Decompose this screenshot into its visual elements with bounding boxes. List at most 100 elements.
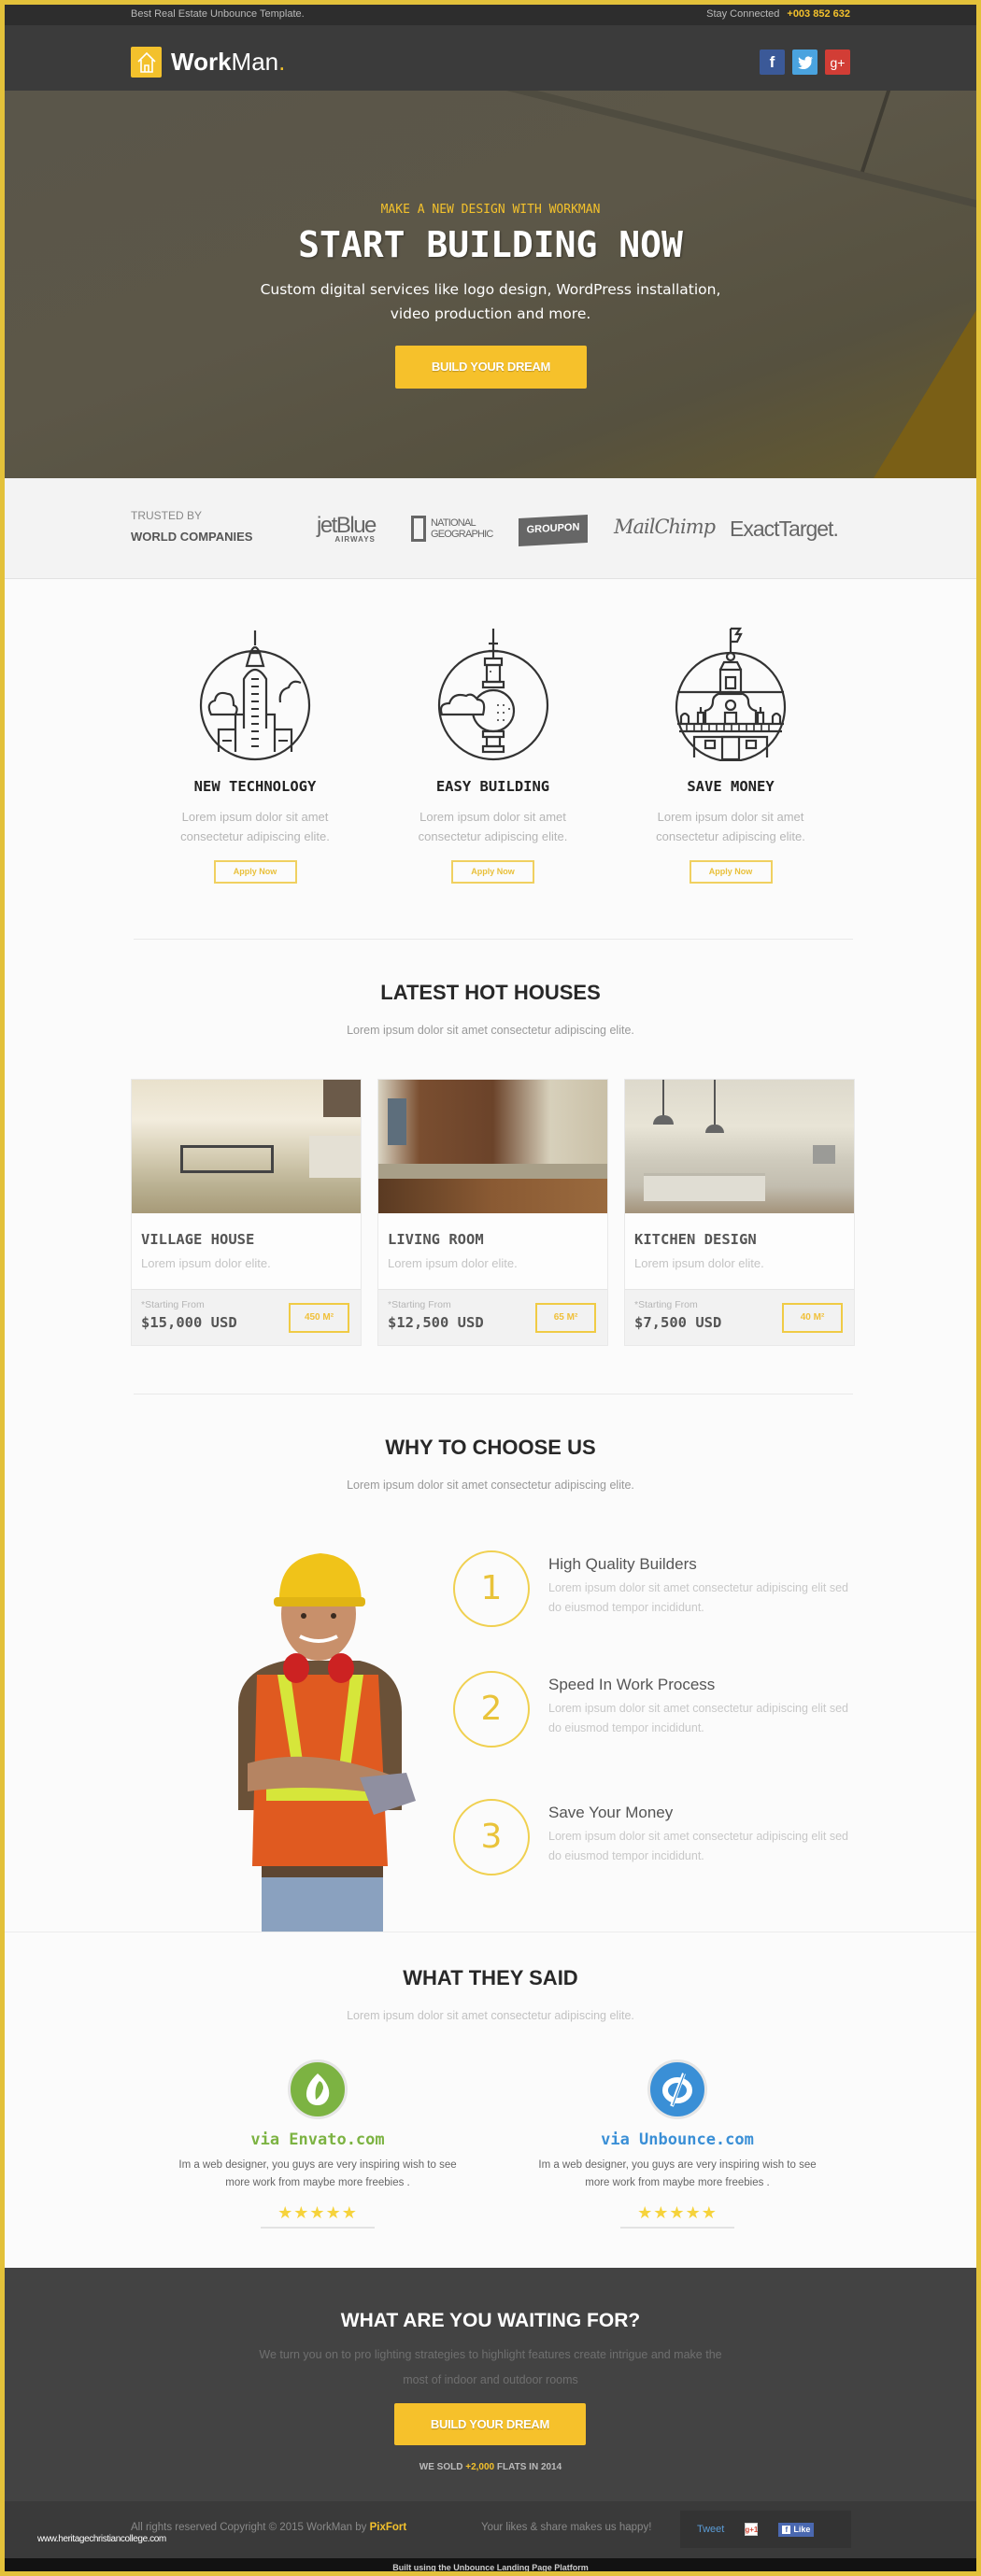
share-buttons: Tweet g+1 f Like	[680, 2511, 851, 2548]
why-item-title: High Quality Builders	[548, 1555, 697, 1573]
hero-background-detail	[860, 91, 902, 173]
apply-now-button[interactable]: Apply Now	[213, 860, 297, 884]
unbounce-logo-icon	[647, 2059, 707, 2119]
why-item-title: Save Your Money	[548, 1804, 674, 1821]
cta-section: WHAT ARE YOU WAITING FOR? We turn you on…	[5, 2268, 976, 2501]
starting-from-label: *Starting From	[388, 1299, 451, 1310]
google-plus-one-button[interactable]: g+1	[745, 2523, 758, 2536]
twitter-icon[interactable]	[792, 50, 818, 75]
town-hall-icon	[639, 621, 822, 761]
house-logo-icon	[131, 47, 162, 78]
feature-card: EASY BUILDING Lorem ipsum dolor sit amet…	[402, 621, 585, 884]
step-number-badge: 1	[453, 1550, 530, 1627]
feature-text: Lorem ipsum dolor sit amet consectetur a…	[180, 810, 330, 843]
features-section: NEW TECHNOLOGY Lorem ipsum dolor sit ame…	[131, 621, 855, 884]
tv-tower-icon	[402, 621, 585, 761]
hero-background-detail	[368, 91, 976, 215]
hero-subtitle: Custom digital services like logo design…	[260, 281, 721, 322]
house-card[interactable]: VILLAGE HOUSE Lorem ipsum dolor elite. *…	[131, 1079, 362, 1346]
testimonial-source[interactable]: via Unbounce.com	[533, 2130, 822, 2149]
house-footer: *Starting From $15,000 USD 450 M²	[132, 1289, 361, 1345]
feature-text: Lorem ipsum dolor sit amet consectetur a…	[656, 810, 805, 843]
pixfort-link[interactable]: PixFort	[370, 2522, 407, 2533]
build-your-dream-button[interactable]: BUILD YOUR DREAM	[394, 2403, 586, 2445]
brand-logo-national-geographic: NATIONAL GEOGRAPHIC	[411, 516, 493, 542]
star-rating: ★★★★★	[261, 2201, 375, 2229]
house-area-badge: 65 M²	[535, 1303, 596, 1333]
page: Best Real Estate Unbounce Template. Stay…	[5, 5, 976, 2571]
copyright: All rights reserved Copyright © 2015 Wor…	[131, 2522, 407, 2533]
house-name: KITCHEN DESIGN	[634, 1231, 757, 1248]
why-title: WHY TO CHOOSE US	[385, 1436, 596, 1459]
cta-title: WHAT ARE YOU WAITING FOR?	[340, 2310, 641, 2331]
facebook-like-button[interactable]: f Like	[778, 2522, 815, 2537]
feature-text: Lorem ipsum dolor sit amet consectetur a…	[418, 810, 568, 843]
hero-section: MAKE A NEW DESIGN WITH WORKMAN START BUI…	[5, 91, 976, 478]
share-prompt: Your likes & share makes us happy!	[481, 2522, 652, 2533]
build-your-dream-button[interactable]: BUILD YOUR DREAM	[395, 346, 587, 389]
brand-logo-exacttarget: ExactTarget.	[730, 517, 839, 541]
apply-now-button[interactable]: Apply Now	[689, 860, 773, 884]
hero-kicker: MAKE A NEW DESIGN WITH WORKMAN	[380, 203, 601, 217]
house-price: $15,000 USD	[141, 1314, 237, 1331]
house-card[interactable]: KITCHEN DESIGN Lorem ipsum dolor elite. …	[624, 1079, 855, 1346]
tagline: Best Real Estate Unbounce Template.	[131, 8, 305, 20]
house-desc: Lorem ipsum dolor elite.	[634, 1256, 764, 1270]
phone-number[interactable]: +003 852 632	[787, 8, 850, 20]
house-card[interactable]: LIVING ROOM Lorem ipsum dolor elite. *St…	[377, 1079, 608, 1346]
testimonial-text: Im a web designer, you guys are very ins…	[538, 2159, 817, 2188]
feature-title: SAVE MONEY	[687, 778, 775, 795]
stay-connected-label: Stay Connected	[706, 8, 780, 20]
testimonial-card: via Envato.com Im a web designer, you gu…	[173, 2059, 462, 2229]
sold-stat: WE SOLD +2,000 FLATS IN 2014	[419, 2462, 562, 2472]
step-number-badge: 3	[453, 1799, 530, 1875]
why-item-text: Lorem ipsum dolor sit amet consectetur a…	[548, 1581, 848, 1614]
trusted-label: TRUSTED BY	[131, 509, 203, 522]
logo[interactable]: WorkMan.	[131, 47, 285, 78]
why-subtitle: Lorem ipsum dolor sit amet consectetur a…	[347, 1479, 634, 1492]
feature-title: EASY BUILDING	[435, 778, 550, 795]
cta-text: We turn you on to pro lighting strategie…	[259, 2348, 722, 2386]
table-shape	[180, 1145, 274, 1173]
feature-title: NEW TECHNOLOGY	[193, 778, 317, 795]
divider	[134, 939, 853, 940]
footer: All rights reserved Copyright © 2015 Wor…	[5, 2501, 976, 2558]
testimonial-card: via Unbounce.com Im a web designer, you …	[533, 2059, 822, 2229]
house-price: $12,500 USD	[388, 1314, 484, 1331]
built-with-unbounce[interactable]: Built using the Unbounce Landing Page Pl…	[5, 2558, 976, 2571]
house-photo	[132, 1080, 361, 1213]
social-links: f g+	[760, 50, 850, 75]
house-price: $7,500 USD	[634, 1314, 722, 1331]
tweet-button[interactable]: Tweet	[697, 2524, 724, 2535]
header: WorkMan. f g+	[5, 25, 976, 91]
contact-info: Stay Connected +003 852 632	[706, 8, 850, 20]
houses-title: LATEST HOT HOUSES	[380, 981, 601, 1004]
skyscraper-icon	[164, 621, 347, 761]
hero-background-detail	[874, 310, 976, 478]
facebook-icon: f	[782, 2525, 791, 2534]
feature-card: NEW TECHNOLOGY Lorem ipsum dolor sit ame…	[164, 621, 347, 884]
testimonial-text: Im a web designer, you guys are very ins…	[178, 2159, 457, 2188]
trusted-by-section: TRUSTED BY WORLD COMPANIES jetBlue AIRWAY…	[5, 478, 976, 579]
house-desc: Lorem ipsum dolor elite.	[388, 1256, 518, 1270]
why-item-title: Speed In Work Process	[548, 1676, 716, 1693]
facebook-icon[interactable]: f	[760, 50, 785, 75]
feature-card: SAVE MONEY Lorem ipsum dolor sit amet co…	[639, 621, 822, 884]
star-rating: ★★★★★	[620, 2201, 734, 2229]
apply-now-button[interactable]: Apply Now	[451, 860, 534, 884]
houses-subtitle: Lorem ipsum dolor sit amet consectetur a…	[347, 1024, 634, 1037]
why-item-text: Lorem ipsum dolor sit amet consectetur a…	[548, 1830, 848, 1862]
house-name: VILLAGE HOUSE	[141, 1231, 255, 1248]
envato-leaf-icon	[288, 2059, 348, 2119]
brand-logo-mailchimp: MailChimp	[614, 516, 716, 538]
house-desc: Lorem ipsum dolor elite.	[141, 1256, 271, 1270]
starting-from-label: *Starting From	[634, 1299, 698, 1310]
testimonials-section: WHAT THEY SAID Lorem ipsum dolor sit ame…	[5, 1932, 976, 2272]
testimonial-source[interactable]: via Envato.com	[173, 2130, 462, 2149]
houses-list: VILLAGE HOUSE Lorem ipsum dolor elite. *…	[131, 1079, 855, 1346]
watermark: www.heritagechristiancollege.com	[37, 2534, 166, 2544]
google-plus-icon[interactable]: g+	[825, 50, 850, 75]
house-footer: *Starting From $12,500 USD 65 M²	[378, 1289, 607, 1345]
house-footer: *Starting From $7,500 USD 40 M²	[625, 1289, 854, 1345]
why-item-text: Lorem ipsum dolor sit amet consectetur a…	[548, 1702, 848, 1734]
